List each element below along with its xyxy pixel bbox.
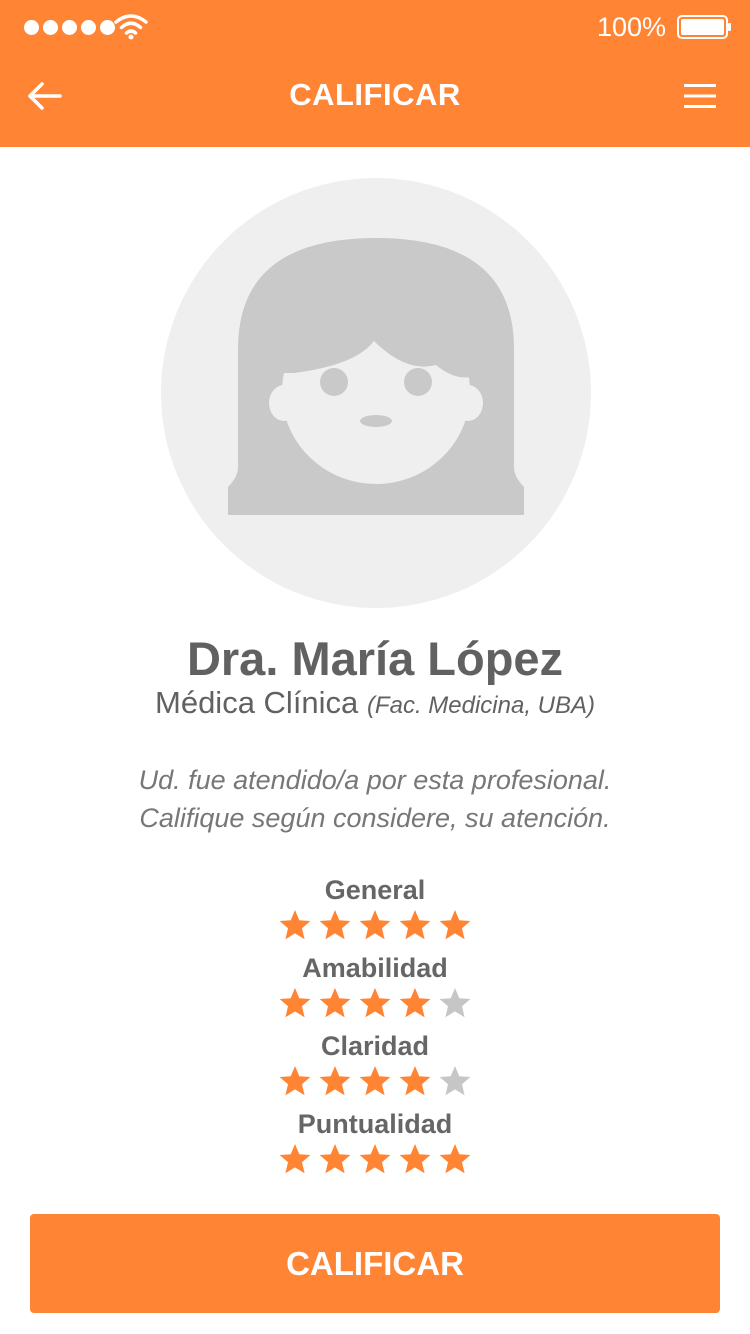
rating-general: General: [0, 874, 750, 943]
rating-label: Puntualidad: [297, 1109, 453, 1139]
star-filled-icon[interactable]: [358, 909, 392, 943]
rating-puntualidad: Puntualidad: [0, 1108, 750, 1177]
star-empty-icon[interactable]: [438, 987, 472, 1021]
rating-label: General: [324, 875, 426, 905]
star-filled-icon[interactable]: [278, 987, 312, 1021]
doctor-specialty-line: Médica Clínica (Fac. Medicina, UBA): [0, 683, 750, 726]
star-empty-icon[interactable]: [438, 1065, 472, 1099]
star-filled-icon[interactable]: [398, 987, 432, 1021]
star-filled-icon[interactable]: [278, 1143, 312, 1177]
star-filled-icon[interactable]: [358, 1143, 392, 1177]
message-line-1: Ud. fue atendido/a por esta profesional.: [138, 765, 612, 795]
star-filled-icon[interactable]: [358, 1065, 392, 1099]
status-bar: 100%: [0, 0, 750, 55]
star-filled-icon[interactable]: [398, 1065, 432, 1099]
star-filled-icon[interactable]: [318, 1065, 352, 1099]
rating-amabilidad: Amabilidad: [0, 952, 750, 1021]
rating-label: Amabilidad: [302, 953, 448, 983]
signal-dot: [81, 20, 96, 35]
attention-message: Ud. fue atendido/a por esta profesional.…: [0, 761, 750, 837]
star-rating: [0, 1143, 750, 1177]
rate-button[interactable]: CALIFICAR: [30, 1214, 720, 1313]
female-avatar-icon: [161, 178, 591, 608]
navigation-bar: CALIFICAR: [0, 55, 750, 147]
doctor-specialty: Médica Clínica: [155, 685, 359, 720]
star-filled-icon[interactable]: [398, 909, 432, 943]
signal-dot: [62, 20, 77, 35]
doctor-faculty: (Fac. Medicina, UBA): [366, 692, 595, 719]
hamburger-menu-icon[interactable]: [676, 75, 726, 117]
star-filled-icon[interactable]: [438, 1143, 472, 1177]
signal-dots-icon: [24, 20, 115, 35]
signal-dot: [24, 20, 39, 35]
star-filled-icon[interactable]: [278, 909, 312, 943]
page-title: CALIFICAR: [289, 77, 461, 112]
star-filled-icon[interactable]: [358, 987, 392, 1021]
rating-claridad: Claridad: [0, 1030, 750, 1099]
star-rating: [0, 909, 750, 943]
wifi-icon: [114, 14, 148, 40]
battery-icon: [677, 15, 731, 39]
star-filled-icon[interactable]: [438, 909, 472, 943]
message-line-2: Califique según considere, su atención.: [139, 803, 611, 833]
top-bar: 100% CALIFICAR: [0, 0, 750, 147]
star-filled-icon[interactable]: [318, 1143, 352, 1177]
star-filled-icon[interactable]: [318, 909, 352, 943]
star-filled-icon[interactable]: [398, 1143, 432, 1177]
star-rating: [0, 1065, 750, 1099]
star-rating: [0, 987, 750, 1021]
signal-dot: [43, 20, 58, 35]
signal-dot: [100, 20, 115, 35]
rating-label: Claridad: [320, 1031, 430, 1061]
star-filled-icon[interactable]: [318, 987, 352, 1021]
battery-percentage: 100%: [597, 12, 667, 42]
star-filled-icon[interactable]: [278, 1065, 312, 1099]
doctor-name: Dra. María López: [186, 632, 564, 685]
